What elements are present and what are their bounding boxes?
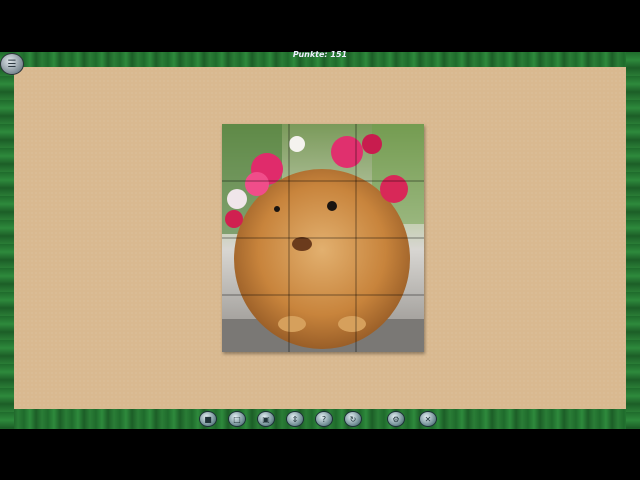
tool-button-8[interactable]: ✕ xyxy=(419,411,437,427)
sort-icon: ⇕ xyxy=(291,414,299,424)
puzzle-image[interactable] xyxy=(222,124,424,352)
box-icon: ■ xyxy=(204,414,212,424)
tool-button-6[interactable]: ↻ xyxy=(344,411,362,427)
guinea-pig-picture xyxy=(222,124,424,352)
exit-icon: ✕ xyxy=(424,414,432,424)
edge-pieces-icon: ▣ xyxy=(262,414,270,424)
tool-button-3[interactable]: ▣ xyxy=(257,411,275,427)
settings-icon: ⚙ xyxy=(392,414,400,424)
toolbar: ■ □ ▣ ⇕ ? ↻ ⚙ ✕ xyxy=(0,409,640,427)
bamboo-frame-left xyxy=(0,52,14,429)
rotate-icon: ↻ xyxy=(349,414,357,424)
tool-button-5[interactable]: ? xyxy=(315,411,333,427)
hint-icon: ? xyxy=(321,414,327,424)
tool-button-7[interactable]: ⚙ xyxy=(387,411,405,427)
menu-icon: ☰ xyxy=(7,58,17,70)
bamboo-frame-right xyxy=(626,52,640,429)
tool-button-1[interactable]: ■ xyxy=(199,411,217,427)
score-label: Punkte: 151 xyxy=(292,50,348,59)
menu-button[interactable]: ☰ xyxy=(0,53,24,75)
tool-button-4[interactable]: ⇕ xyxy=(286,411,304,427)
tool-button-2[interactable]: □ xyxy=(228,411,246,427)
ghost-image-icon: □ xyxy=(233,414,241,424)
